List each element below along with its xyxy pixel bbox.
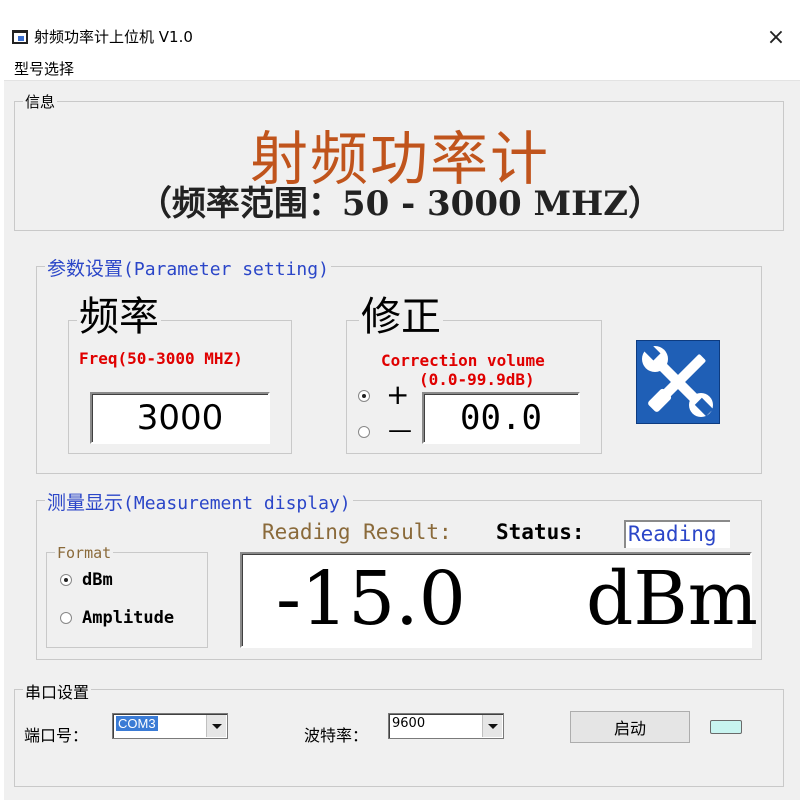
start-button-label: 启动 bbox=[613, 719, 646, 738]
format-group: Format bbox=[46, 544, 208, 648]
baud-select-value: 9600 bbox=[392, 716, 426, 731]
correction-plus-radio[interactable] bbox=[358, 390, 370, 402]
port-select-value: COM3 bbox=[116, 716, 158, 731]
start-button[interactable]: 启动 bbox=[570, 711, 690, 743]
reading-result-label: Reading Result: bbox=[262, 520, 452, 544]
measurement-value: -15.0 bbox=[276, 556, 466, 642]
baud-dropdown-icon[interactable] bbox=[482, 715, 502, 737]
measurement-unit: dBm bbox=[586, 556, 758, 642]
close-button[interactable]: × bbox=[756, 20, 796, 54]
baud-select[interactable]: 9600 bbox=[388, 713, 504, 739]
measurement-legend: 测量显示(Measurement display) bbox=[45, 488, 353, 515]
connection-status-led bbox=[710, 720, 742, 734]
correction-legend: 修正 bbox=[359, 294, 443, 340]
menu-bar: 型号选择 bbox=[0, 56, 800, 81]
correction-range: (0.0-99.9dB) bbox=[419, 370, 535, 389]
measurement-legend-en: (Measurement display) bbox=[123, 493, 351, 514]
serial-setting-legend: 串口设置 bbox=[23, 679, 92, 703]
status-value: Reading bbox=[624, 520, 730, 548]
main-window: 射频功率计上位机 V1.0 × 型号选择 信息 射频功率计 （频率范围：50 -… bbox=[0, 0, 800, 800]
port-label: 端口号： bbox=[24, 726, 89, 745]
info-legend: 信息 bbox=[23, 91, 58, 112]
parameter-setting-legend-en: (Parameter setting) bbox=[123, 259, 329, 280]
parameter-setting-legend: 参数设置(Parameter setting) bbox=[45, 254, 331, 281]
wrench-screwdriver-icon[interactable] bbox=[636, 340, 720, 424]
measurement-legend-cn: 测量显示 bbox=[47, 492, 124, 514]
port-dropdown-icon[interactable] bbox=[206, 715, 226, 737]
status-label: Status: bbox=[496, 520, 585, 544]
frequency-hint: Freq(50-3000 MHZ) bbox=[79, 349, 243, 368]
correction-plus-label: + bbox=[386, 378, 410, 411]
correction-input[interactable]: 00.0 bbox=[422, 392, 580, 444]
title-bar: 射频功率计上位机 V1.0 × bbox=[0, 0, 800, 56]
format-amplitude-radio[interactable] bbox=[60, 612, 72, 624]
port-select[interactable]: COM3 bbox=[112, 713, 228, 739]
format-dbm-label: dBm bbox=[82, 570, 113, 590]
baud-label: 波特率： bbox=[304, 726, 369, 745]
window-title: 射频功率计上位机 V1.0 bbox=[34, 28, 193, 46]
status-value-text: Reading bbox=[628, 522, 717, 546]
frequency-value: 3000 bbox=[136, 398, 224, 438]
correction-hint: Correction volume bbox=[381, 351, 545, 370]
window-edge bbox=[0, 80, 4, 800]
info-group: 信息 射频功率计 （频率范围：50 - 3000 MHZ） bbox=[14, 91, 784, 231]
frequency-legend: 频率 bbox=[77, 294, 161, 340]
correction-value: 00.0 bbox=[460, 398, 542, 438]
app-icon bbox=[12, 30, 28, 44]
menu-item-model-select[interactable]: 型号选择 bbox=[14, 58, 74, 79]
frequency-range-subtitle: （频率范围：50 - 3000 MHZ） bbox=[137, 184, 663, 224]
format-legend: Format bbox=[55, 544, 114, 562]
format-amplitude-label: Amplitude bbox=[82, 608, 175, 628]
correction-minus-radio[interactable] bbox=[358, 426, 370, 438]
correction-minus-label: — bbox=[388, 416, 412, 444]
measurement-display: -15.0 dBm bbox=[240, 552, 758, 648]
frequency-input[interactable]: 3000 bbox=[90, 392, 270, 444]
close-icon: × bbox=[766, 24, 786, 50]
format-dbm-radio[interactable] bbox=[60, 574, 72, 586]
parameter-setting-legend-cn: 参数设置 bbox=[47, 258, 124, 280]
